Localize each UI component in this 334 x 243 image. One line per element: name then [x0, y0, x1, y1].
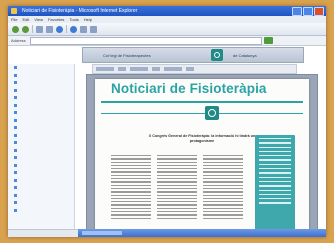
toolbar-separator [66, 25, 67, 33]
sidebar-item[interactable] [8, 139, 74, 147]
search-icon[interactable] [70, 25, 77, 33]
maximize-button[interactable] [303, 7, 313, 16]
newsletter-page: Noticiari de Fisioteràpia X Congrés Gene… [95, 79, 309, 237]
bullet-icon [14, 178, 17, 182]
address-bar: Address [8, 36, 326, 46]
go-icon[interactable] [264, 37, 273, 44]
menu-file[interactable]: File [11, 16, 17, 23]
sidebar-item[interactable] [8, 154, 74, 162]
window-title: Noticiari de Fisioteràpia - Microsoft In… [22, 8, 138, 14]
doc-tool-button[interactable] [130, 67, 148, 71]
sidebar-item[interactable] [8, 162, 74, 170]
forward-icon[interactable] [22, 25, 29, 33]
bullet-icon [14, 156, 17, 160]
menu-view[interactable]: View [34, 16, 43, 23]
sidebar-item[interactable] [8, 124, 74, 132]
bullet-icon [14, 73, 17, 77]
browser-toolbar [8, 23, 326, 36]
logo-icon[interactable] [211, 49, 223, 61]
text-column [157, 155, 197, 221]
bullet-icon [14, 66, 17, 70]
masthead-rule [101, 101, 303, 103]
doc-tool-button[interactable] [164, 67, 182, 71]
bullet-icon [14, 103, 17, 107]
window-controls [292, 7, 324, 16]
doc-tool-button[interactable] [186, 67, 194, 71]
site-banner: Col·legi de Fisioterapeutes de Catalunya [82, 47, 304, 63]
banner-left-text: Col·legi de Fisioterapeutes [103, 53, 151, 58]
doc-tool-button[interactable] [152, 67, 160, 71]
logo-icon [205, 106, 219, 120]
bullet-icon [14, 81, 17, 85]
text-column [111, 155, 151, 221]
sidebar-item[interactable] [8, 169, 74, 177]
taskbar [78, 229, 326, 237]
page-content: Col·legi de Fisioterapeutes de Catalunya [8, 46, 326, 237]
history-icon[interactable] [90, 25, 97, 33]
sidebar-item[interactable] [8, 147, 74, 155]
sidebar-box [255, 135, 295, 235]
doc-tool-button[interactable] [118, 67, 126, 71]
menu-edit[interactable]: Edit [22, 16, 29, 23]
address-label: Address [11, 38, 26, 43]
bullet-icon [14, 208, 17, 212]
document-toolbar [92, 64, 297, 74]
sidebar-item[interactable] [8, 94, 74, 102]
menu-help[interactable]: Help [84, 16, 92, 23]
bullet-icon [14, 126, 17, 130]
refresh-icon[interactable] [46, 25, 53, 33]
favorites-icon[interactable] [80, 25, 87, 33]
bullet-icon [14, 171, 17, 175]
sidebar-item[interactable] [8, 207, 74, 215]
menu-favorites[interactable]: Favorites [48, 16, 64, 23]
sidebar-nav [8, 64, 75, 237]
bullet-icon [14, 88, 17, 92]
bullet-icon [14, 193, 17, 197]
bullet-icon [14, 186, 17, 190]
menu-tools[interactable]: Tools [69, 16, 78, 23]
article-columns [111, 155, 243, 221]
close-button[interactable] [314, 7, 324, 16]
sidebar-item[interactable] [8, 72, 74, 80]
bullet-icon [14, 118, 17, 122]
taskbar-item[interactable] [82, 231, 122, 235]
sidebar-item[interactable] [8, 192, 74, 200]
sidebar-item[interactable] [8, 87, 74, 95]
newsletter-masthead: Noticiari de Fisioteràpia [111, 81, 267, 96]
masthead-rule [101, 113, 303, 114]
sidebar-item[interactable] [8, 177, 74, 185]
sidebar-item[interactable] [8, 64, 74, 72]
bullet-icon [14, 201, 17, 205]
browser-window: Noticiari de Fisioteràpia - Microsoft In… [8, 6, 326, 237]
bullet-icon [14, 133, 17, 137]
sidebar-item[interactable] [8, 199, 74, 207]
text-column [203, 155, 243, 221]
document-viewer: Noticiari de Fisioteràpia X Congrés Gene… [86, 74, 318, 237]
article-headline: X Congrés General de Fisioteràpia: la in… [148, 134, 256, 143]
bullet-icon [14, 96, 17, 100]
banner-right-text: de Catalunya [233, 53, 257, 58]
browser-icon [11, 8, 17, 14]
bullet-icon [14, 141, 17, 145]
menu-bar: File Edit View Favorites Tools Help [8, 16, 326, 23]
bullet-icon [14, 148, 17, 152]
toolbar-separator [32, 25, 33, 33]
back-icon[interactable] [12, 25, 19, 33]
address-input[interactable] [30, 37, 262, 45]
sidebar-item[interactable] [8, 102, 74, 110]
sidebar-item[interactable] [8, 132, 74, 140]
sidebar-item[interactable] [8, 184, 74, 192]
minimize-button[interactable] [292, 7, 302, 16]
home-icon[interactable] [56, 25, 63, 33]
doc-tool-button[interactable] [96, 67, 114, 71]
window-titlebar: Noticiari de Fisioteràpia - Microsoft In… [8, 6, 326, 16]
sidebar-item[interactable] [8, 79, 74, 87]
sidebar-item[interactable] [8, 109, 74, 117]
stop-icon[interactable] [36, 25, 43, 33]
sidebar-item[interactable] [8, 117, 74, 125]
bullet-icon [14, 111, 17, 115]
bullet-icon [14, 163, 17, 167]
